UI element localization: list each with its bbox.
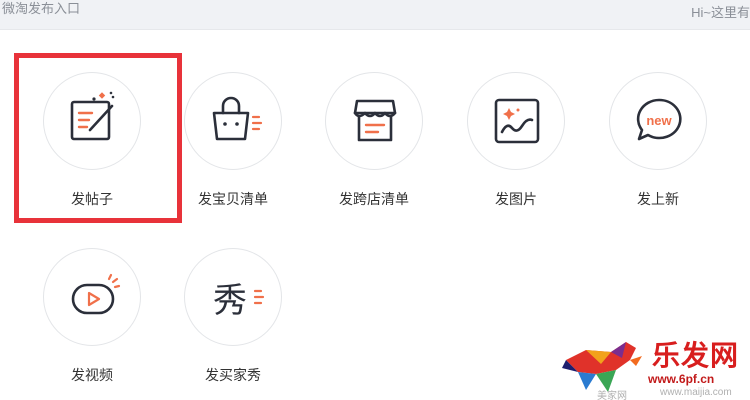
entry-label: 发图片	[495, 191, 537, 207]
watermark-brand: 乐发网	[652, 339, 740, 372]
store-icon	[325, 72, 423, 170]
greeting-text: Hi~这里有	[691, 5, 750, 20]
watermark-small-right: www.maijia.com	[660, 387, 732, 398]
svg-text:秀: 秀	[213, 281, 247, 321]
entry-buyer-show[interactable]: 秀 发买家秀	[171, 248, 291, 398]
watermark-small-left: 美家网	[597, 391, 627, 400]
top-bar: 微淘发布入口 Hi~这里有	[0, 0, 750, 30]
entry-item-list[interactable]: 发宝贝清单	[171, 72, 291, 222]
buyer-show-icon: 秀	[184, 248, 282, 346]
entry-label: 发宝贝清单	[198, 191, 268, 207]
page-title: 微淘发布入口	[2, 1, 81, 16]
watermark-url: www.6pf.cn	[648, 372, 715, 386]
entry-new-arrival[interactable]: new 发上新	[596, 72, 716, 222]
entry-video[interactable]: 发视频	[30, 248, 150, 398]
svg-text:new: new	[646, 113, 672, 128]
entry-label: 发视频	[71, 367, 113, 383]
entry-label: 发上新	[637, 191, 679, 207]
selection-highlight-box	[14, 53, 182, 223]
entry-label: 发跨店清单	[339, 191, 409, 207]
image-icon	[467, 72, 565, 170]
video-icon	[43, 248, 141, 346]
entry-cross-store-list[interactable]: 发跨店清单	[312, 72, 432, 222]
entry-label: 发买家秀	[205, 367, 261, 383]
entry-image[interactable]: 发图片	[454, 72, 574, 222]
new-bubble-icon: new	[609, 72, 707, 170]
shopping-bag-icon	[184, 72, 282, 170]
